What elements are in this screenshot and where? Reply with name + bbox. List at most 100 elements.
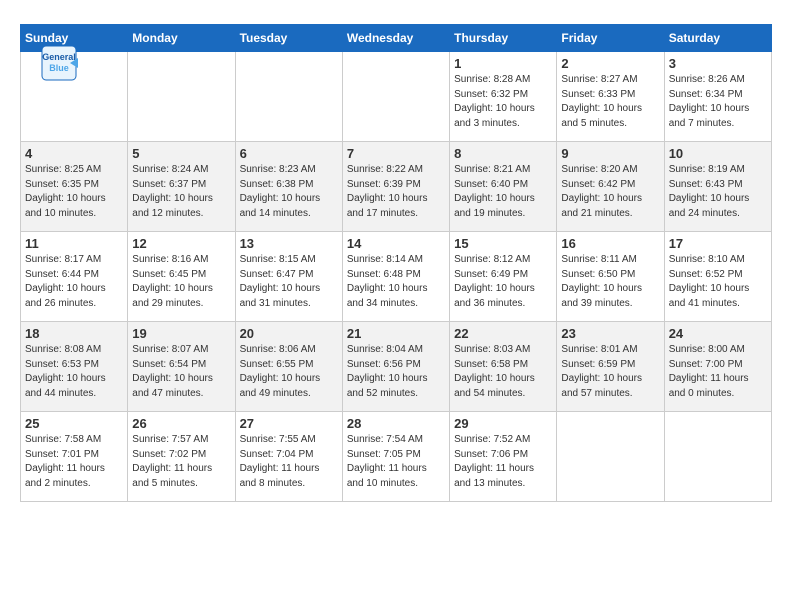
day-info: Sunrise: 8:24 AM Sunset: 6:37 PM Dayligh… bbox=[132, 163, 230, 221]
day-number: 3 bbox=[669, 56, 767, 71]
calendar-cell: 26 Sunrise: 7:57 AM Sunset: 7:02 PM Dayli… bbox=[128, 412, 235, 502]
day-info: Sunrise: 8:28 AM Sunset: 6:32 PM Dayligh… bbox=[454, 73, 552, 131]
day-info: Sunrise: 7:58 AM Sunset: 7:01 PM Dayligh… bbox=[25, 433, 123, 491]
weekday-header-monday: Monday bbox=[128, 25, 235, 52]
day-info: Sunrise: 8:16 AM Sunset: 6:45 PM Dayligh… bbox=[132, 253, 230, 311]
calendar-cell: 2 Sunrise: 8:27 AM Sunset: 6:33 PM Daylig… bbox=[557, 52, 664, 142]
calendar-cell: 8 Sunrise: 8:21 AM Sunset: 6:40 PM Daylig… bbox=[450, 142, 557, 232]
calendar-cell: 22 Sunrise: 8:03 AM Sunset: 6:58 PM Dayli… bbox=[450, 322, 557, 412]
calendar-cell: 11 Sunrise: 8:17 AM Sunset: 6:44 PM Dayli… bbox=[21, 232, 128, 322]
day-number: 25 bbox=[25, 416, 123, 431]
day-number: 21 bbox=[347, 326, 445, 341]
day-number: 8 bbox=[454, 146, 552, 161]
calendar-cell: 7 Sunrise: 8:22 AM Sunset: 6:39 PM Daylig… bbox=[342, 142, 449, 232]
day-info: Sunrise: 8:25 AM Sunset: 6:35 PM Dayligh… bbox=[25, 163, 123, 221]
day-number: 15 bbox=[454, 236, 552, 251]
calendar-cell: 1 Sunrise: 8:28 AM Sunset: 6:32 PM Daylig… bbox=[450, 52, 557, 142]
day-number: 24 bbox=[669, 326, 767, 341]
calendar-cell: 17 Sunrise: 8:10 AM Sunset: 6:52 PM Dayli… bbox=[664, 232, 771, 322]
day-number: 20 bbox=[240, 326, 338, 341]
calendar-cell bbox=[664, 412, 771, 502]
calendar-cell: 19 Sunrise: 8:07 AM Sunset: 6:54 PM Dayli… bbox=[128, 322, 235, 412]
calendar-cell: 29Sunrise: 7:52 AM Sunset: 7:06 PM Dayli… bbox=[450, 412, 557, 502]
svg-text:Blue: Blue bbox=[49, 63, 69, 73]
day-info: Sunrise: 8:14 AM Sunset: 6:48 PM Dayligh… bbox=[347, 253, 445, 311]
day-number: 28 bbox=[347, 416, 445, 431]
svg-text:General: General bbox=[42, 52, 76, 62]
calendar-cell bbox=[235, 52, 342, 142]
day-info: Sunrise: 8:19 AM Sunset: 6:43 PM Dayligh… bbox=[669, 163, 767, 221]
calendar-cell: 20 Sunrise: 8:06 AM Sunset: 6:55 PM Dayli… bbox=[235, 322, 342, 412]
calendar-cell: 21 Sunrise: 8:04 AM Sunset: 6:56 PM Dayli… bbox=[342, 322, 449, 412]
calendar-cell bbox=[342, 52, 449, 142]
day-number: 12 bbox=[132, 236, 230, 251]
calendar-cell: 10 Sunrise: 8:19 AM Sunset: 6:43 PM Dayli… bbox=[664, 142, 771, 232]
day-number: 19 bbox=[132, 326, 230, 341]
day-info: Sunrise: 8:08 AM Sunset: 6:53 PM Dayligh… bbox=[25, 343, 123, 401]
calendar-cell: 16Sunrise: 8:11 AM Sunset: 6:50 PM Dayli… bbox=[557, 232, 664, 322]
day-number: 7 bbox=[347, 146, 445, 161]
day-info: Sunrise: 8:20 AM Sunset: 6:42 PM Dayligh… bbox=[561, 163, 659, 221]
day-info: Sunrise: 8:23 AM Sunset: 6:38 PM Dayligh… bbox=[240, 163, 338, 221]
day-number: 29 bbox=[454, 416, 552, 431]
day-number: 1 bbox=[454, 56, 552, 71]
day-number: 11 bbox=[25, 236, 123, 251]
day-number: 26 bbox=[132, 416, 230, 431]
day-info: Sunrise: 8:17 AM Sunset: 6:44 PM Dayligh… bbox=[25, 253, 123, 311]
day-number: 14 bbox=[347, 236, 445, 251]
day-info: Sunrise: 8:21 AM Sunset: 6:40 PM Dayligh… bbox=[454, 163, 552, 221]
calendar-cell: 13 Sunrise: 8:15 AM Sunset: 6:47 PM Dayli… bbox=[235, 232, 342, 322]
calendar-cell: 23 Sunrise: 8:01 AM Sunset: 6:59 PM Dayli… bbox=[557, 322, 664, 412]
day-number: 22 bbox=[454, 326, 552, 341]
calendar-table: SundayMondayTuesdayWednesdayThursdayFrid… bbox=[20, 24, 772, 502]
day-info: Sunrise: 8:07 AM Sunset: 6:54 PM Dayligh… bbox=[132, 343, 230, 401]
calendar-cell bbox=[128, 52, 235, 142]
day-number: 18 bbox=[25, 326, 123, 341]
day-info: Sunrise: 8:22 AM Sunset: 6:39 PM Dayligh… bbox=[347, 163, 445, 221]
day-number: 9 bbox=[561, 146, 659, 161]
day-info: Sunrise: 7:55 AM Sunset: 7:04 PM Dayligh… bbox=[240, 433, 338, 491]
day-info: Sunrise: 8:26 AM Sunset: 6:34 PM Dayligh… bbox=[669, 73, 767, 131]
calendar-cell: 28 Sunrise: 7:54 AM Sunset: 7:05 PM Dayli… bbox=[342, 412, 449, 502]
weekday-header-friday: Friday bbox=[557, 25, 664, 52]
calendar-cell: 15 Sunrise: 8:12 AM Sunset: 6:49 PM Dayli… bbox=[450, 232, 557, 322]
day-number: 23 bbox=[561, 326, 659, 341]
day-info: Sunrise: 8:00 AM Sunset: 7:00 PM Dayligh… bbox=[669, 343, 767, 401]
day-number: 5 bbox=[132, 146, 230, 161]
weekday-header-tuesday: Tuesday bbox=[235, 25, 342, 52]
day-info: Sunrise: 7:57 AM Sunset: 7:02 PM Dayligh… bbox=[132, 433, 230, 491]
day-number: 4 bbox=[25, 146, 123, 161]
calendar-cell: 5 Sunrise: 8:24 AM Sunset: 6:37 PM Daylig… bbox=[128, 142, 235, 232]
calendar-cell: 9 Sunrise: 8:20 AM Sunset: 6:42 PM Daylig… bbox=[557, 142, 664, 232]
calendar-cell bbox=[557, 412, 664, 502]
calendar-cell: 3 Sunrise: 8:26 AM Sunset: 6:34 PM Daylig… bbox=[664, 52, 771, 142]
day-info: Sunrise: 8:03 AM Sunset: 6:58 PM Dayligh… bbox=[454, 343, 552, 401]
day-info: Sunrise: 8:15 AM Sunset: 6:47 PM Dayligh… bbox=[240, 253, 338, 311]
calendar-cell: 4 Sunrise: 8:25 AM Sunset: 6:35 PM Daylig… bbox=[21, 142, 128, 232]
weekday-header-saturday: Saturday bbox=[664, 25, 771, 52]
day-info: Sunrise: 8:04 AM Sunset: 6:56 PM Dayligh… bbox=[347, 343, 445, 401]
day-number: 6 bbox=[240, 146, 338, 161]
day-info: Sunrise: 7:54 AM Sunset: 7:05 PM Dayligh… bbox=[347, 433, 445, 491]
day-info: Sunrise: 8:06 AM Sunset: 6:55 PM Dayligh… bbox=[240, 343, 338, 401]
calendar-cell: 6 Sunrise: 8:23 AM Sunset: 6:38 PM Daylig… bbox=[235, 142, 342, 232]
calendar-cell: 14 Sunrise: 8:14 AM Sunset: 6:48 PM Dayli… bbox=[342, 232, 449, 322]
day-info: Sunrise: 8:27 AM Sunset: 6:33 PM Dayligh… bbox=[561, 73, 659, 131]
day-info: Sunrise: 8:01 AM Sunset: 6:59 PM Dayligh… bbox=[561, 343, 659, 401]
day-number: 2 bbox=[561, 56, 659, 71]
day-info: Sunrise: 8:11 AM Sunset: 6:50 PM Dayligh… bbox=[561, 253, 659, 311]
day-number: 17 bbox=[669, 236, 767, 251]
day-info: Sunrise: 8:12 AM Sunset: 6:49 PM Dayligh… bbox=[454, 253, 552, 311]
calendar-cell: 25 Sunrise: 7:58 AM Sunset: 7:01 PM Dayli… bbox=[21, 412, 128, 502]
weekday-header-wednesday: Wednesday bbox=[342, 25, 449, 52]
logo: General Blue bbox=[40, 44, 82, 87]
calendar-cell: 12 Sunrise: 8:16 AM Sunset: 6:45 PM Dayli… bbox=[128, 232, 235, 322]
day-info: Sunrise: 8:10 AM Sunset: 6:52 PM Dayligh… bbox=[669, 253, 767, 311]
day-number: 13 bbox=[240, 236, 338, 251]
day-number: 10 bbox=[669, 146, 767, 161]
weekday-header-thursday: Thursday bbox=[450, 25, 557, 52]
day-number: 27 bbox=[240, 416, 338, 431]
calendar-cell: 18 Sunrise: 8:08 AM Sunset: 6:53 PM Dayli… bbox=[21, 322, 128, 412]
calendar-cell: 27 Sunrise: 7:55 AM Sunset: 7:04 PM Dayli… bbox=[235, 412, 342, 502]
calendar-cell: 24 Sunrise: 8:00 AM Sunset: 7:00 PM Dayli… bbox=[664, 322, 771, 412]
